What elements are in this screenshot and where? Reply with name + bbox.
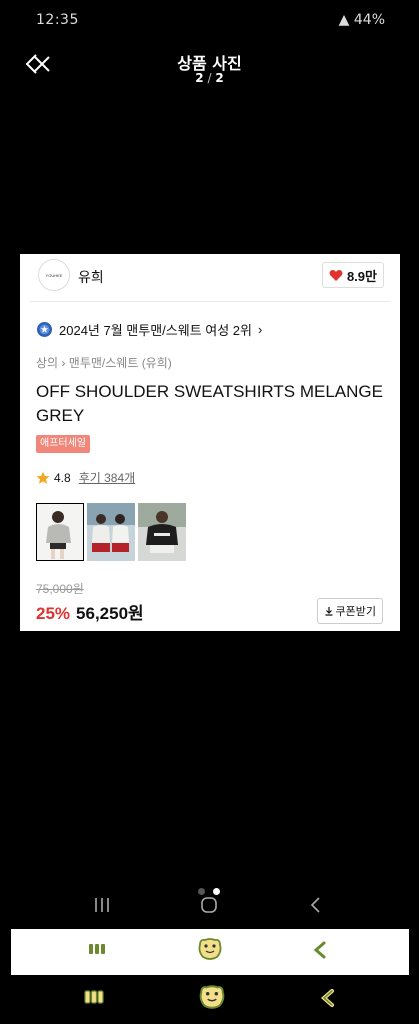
thumbnail-strip (36, 503, 186, 561)
recent-apps-icon (89, 944, 105, 954)
ranking-text: 2024년 7월 맨투맨/스웨트 여성 2위 (59, 323, 252, 338)
status-bar: 12:35 ▲ 44% (0, 0, 419, 40)
battery-level: 44% (353, 12, 385, 28)
back-icon (310, 897, 320, 913)
page-total: 2 (215, 71, 224, 85)
heart-icon (329, 269, 343, 281)
breadcrumb-separator: › (61, 356, 69, 370)
top-bar: 상품 사진 2 / 2 (0, 40, 419, 90)
rating-row: 4.8 후기 384개 (36, 469, 135, 486)
recent-apps-button-bottom[interactable] (84, 988, 104, 1010)
brand-logo[interactable]: YOUHEE (38, 259, 70, 291)
frog-home-icon (199, 985, 225, 1009)
page-indicator: 2 / 2 (195, 71, 224, 85)
like-count: 8.9만 (346, 268, 377, 284)
status-time: 12:35 (36, 12, 79, 28)
thumbnail-2[interactable] (87, 503, 135, 561)
system-nav-bar (0, 890, 419, 924)
home-icon (201, 897, 217, 913)
sale-tag: 애프터세일 (36, 435, 90, 453)
review-link[interactable]: 후기 384개 (79, 469, 135, 486)
star-icon (36, 471, 50, 484)
like-button[interactable]: 8.9만 (321, 262, 384, 288)
recent-apps-button-themed[interactable] (88, 941, 106, 961)
product-photo-2 (87, 503, 135, 561)
coupon-label: 쿠폰받기 (335, 606, 376, 618)
thumbnail-1[interactable] (36, 503, 84, 561)
price-row: 25% 56,250원 (36, 599, 144, 624)
back-button-bottom[interactable] (320, 988, 336, 1012)
brand-name[interactable]: 유희 (78, 267, 104, 287)
brand-row: YOUHEE 유희 8.9만 (30, 254, 390, 302)
final-price: 56,250원 (76, 604, 144, 623)
themed-nav-bar-dark (0, 980, 419, 1024)
back-icon (313, 941, 326, 959)
product-photo-3 (138, 503, 186, 561)
home-button-themed[interactable] (197, 937, 223, 965)
breadcrumb: 상의 › 맨투맨/스웨트 (유희) (36, 354, 172, 371)
frog-home-icon (198, 938, 222, 960)
chevron-right-icon: › (258, 322, 263, 337)
home-button-bottom[interactable] (198, 984, 226, 1014)
back-icon (320, 989, 334, 1007)
signal-icon: ▲ (338, 12, 350, 28)
recent-apps-button[interactable] (92, 896, 112, 918)
home-button[interactable] (200, 896, 218, 918)
download-icon (325, 607, 333, 616)
breadcrumb-item-top[interactable]: 상의 (36, 356, 58, 370)
status-icons: ▲ 44% (339, 12, 385, 28)
back-button-themed[interactable] (313, 941, 327, 963)
discount-rate: 25% (36, 604, 71, 623)
original-price: 75,000원 (36, 582, 84, 596)
coupon-button[interactable]: 쿠폰받기 (316, 598, 383, 624)
product-photo-1 (36, 503, 84, 561)
rating-value: 4.8 (54, 470, 71, 485)
breadcrumb-item-sweatshirt[interactable]: 맨투맨/스웨트 (유희) (69, 356, 172, 370)
product-card[interactable]: YOUHEE 유희 8.9만 2024년 7월 맨투맨/스웨트 여성 2위 › … (20, 254, 400, 631)
page-current: 2 (195, 71, 204, 85)
product-title: OFF SHOULDER SWEATSHIRTS MELANGE GREY (36, 382, 383, 425)
thumbnail-3[interactable] (138, 503, 186, 561)
back-button[interactable] (308, 896, 324, 918)
themed-nav-bar-light (11, 929, 409, 975)
recent-apps-icon (95, 898, 109, 912)
ranking-link[interactable]: 2024년 7월 맨투맨/스웨트 여성 2위 › (36, 320, 262, 339)
rank-badge-icon (37, 322, 52, 337)
recent-apps-icon (84, 990, 104, 1004)
